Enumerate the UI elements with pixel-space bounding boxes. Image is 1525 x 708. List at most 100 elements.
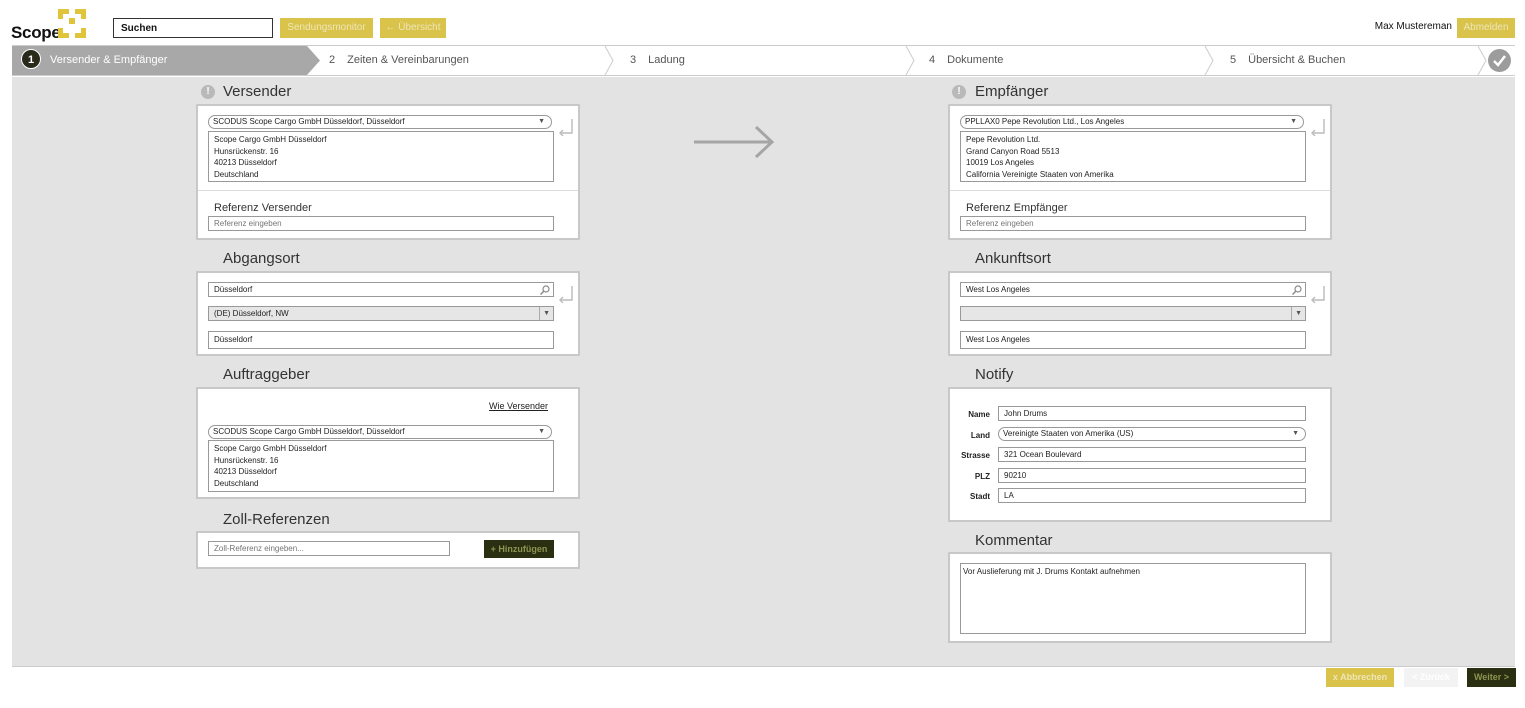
step-bar: 1 Versender & Empfänger 2 Zeiten & Vereinb… (12, 45, 1515, 76)
divider (198, 190, 578, 191)
notify-country-select[interactable]: Vereinigte Staaten von Amerika (US) ▼ (998, 427, 1306, 441)
logo-text: Scope (11, 23, 61, 42)
destination-value: West Los Angeles (966, 335, 1030, 344)
sender-address: Scope Cargo GmbH Düsseldorf Hunsrückenst… (208, 131, 554, 182)
client-box: Wie Versender SCODUS Scope Cargo GmbH Dü… (196, 387, 580, 499)
chevron-down-icon: ▼ (1291, 307, 1302, 320)
notify-street-label: Strasse (961, 451, 990, 460)
sender-reference-label: Referenz Versender (214, 202, 312, 214)
arrow-right-icon (694, 125, 775, 159)
destination-value-field[interactable]: West Los Angeles (960, 331, 1306, 349)
receiver-reference-label: Referenz Empfänger (966, 202, 1068, 214)
cancel-button[interactable]: x Abbrechen (1326, 668, 1394, 687)
origin-value: Düsseldorf (214, 335, 253, 344)
origin-value-field[interactable]: Düsseldorf (208, 331, 554, 349)
step-separator-icon (1477, 46, 1487, 75)
return-arrow-icon[interactable] (1310, 118, 1326, 136)
step-separator-icon (604, 46, 614, 75)
step-4[interactable]: 4 Dokumente (929, 46, 1003, 75)
origin-select-value: (DE) Düsseldorf, NW (214, 309, 289, 318)
address-line: Scope Cargo GmbH Düsseldorf (214, 135, 327, 144)
notify-city-label: Stadt (970, 492, 990, 501)
address-line: 40213 Düsseldorf (214, 467, 277, 476)
destination-search-input[interactable]: West Los Angeles (960, 282, 1306, 297)
user-name: Max Mustereman (1374, 21, 1452, 32)
sender-select[interactable]: SCODUS Scope Cargo GmbH Düsseldorf, Düss… (208, 115, 552, 129)
origin-search-input[interactable]: Düsseldorf (208, 282, 554, 297)
return-arrow-icon[interactable] (1310, 285, 1326, 303)
notify-city-input[interactable] (998, 488, 1306, 503)
address-line: Grand Canyon Road 5513 (966, 146, 1060, 156)
sender-select-value: SCODUS Scope Cargo GmbH Düsseldorf, Düss… (213, 117, 405, 126)
return-arrow-icon[interactable] (558, 285, 574, 303)
warning-icon: ! (952, 85, 966, 99)
back-button[interactable]: < Zurück (1404, 668, 1458, 687)
next-button[interactable]: Weiter > (1467, 668, 1516, 687)
step-separator-icon (1204, 46, 1214, 75)
sender-reference-input[interactable] (208, 216, 554, 231)
logout-button[interactable]: Abmelden (1457, 18, 1515, 38)
step-label: Ladung (648, 54, 685, 66)
receiver-select-value: PPLLAX0 Pepe Revolution Ltd., Los Angele… (965, 117, 1125, 126)
address-line: Deutschland (214, 478, 259, 488)
receiver-reference-input[interactable] (960, 216, 1306, 231)
step-separator-icon (905, 46, 915, 75)
origin-box: Düsseldorf (DE) Düsseldorf, NW ▼ Düsseld… (196, 271, 580, 356)
step-5[interactable]: 5 Übersicht & Buchen (1230, 46, 1345, 75)
step-number: 5 (1230, 54, 1237, 66)
sender-box: SCODUS Scope Cargo GmbH Düsseldorf, Düss… (196, 104, 580, 240)
origin-search-value: Düsseldorf (214, 285, 253, 294)
add-customs-button[interactable]: + Hinzufügen (484, 540, 554, 558)
search-icon[interactable] (540, 285, 550, 295)
comment-textarea[interactable]: Vor Auslieferung mit J. Drums Kontakt au… (960, 563, 1306, 634)
scope-logo[interactable]: Scope (11, 9, 91, 42)
step-number: 4 (929, 54, 936, 66)
search-icon[interactable] (1292, 285, 1302, 295)
address-line: California Vereinigte Staaten von Amerik… (966, 169, 1114, 179)
same-as-sender-link[interactable]: Wie Versender (489, 401, 548, 411)
header: Scope Sendungsmonitor ← Übersicht Max Mu… (0, 0, 1525, 44)
receiver-box: PPLLAX0 Pepe Revolution Ltd., Los Angele… (948, 104, 1332, 240)
origin-select[interactable]: (DE) Düsseldorf, NW ▼ (208, 306, 554, 321)
step-number: 2 (329, 54, 336, 66)
notify-zip-label: PLZ (974, 472, 990, 481)
notify-street-input[interactable] (998, 447, 1306, 462)
checkmark-icon (1488, 49, 1511, 72)
notify-name-label: Name (968, 410, 990, 419)
step-label: Übersicht & Buchen (1248, 54, 1346, 66)
notify-title: Notify (975, 366, 1014, 383)
receiver-address: Pepe Revolution Ltd. Grand Canyon Road 5… (960, 131, 1306, 182)
client-select-value: SCODUS Scope Cargo GmbH Düsseldorf, Düss… (213, 427, 405, 436)
address-line: 10019 Los Angeles (966, 158, 1035, 167)
step-label: Zeiten & Vereinbarungen (347, 54, 469, 66)
receiver-select[interactable]: PPLLAX0 Pepe Revolution Ltd., Los Angele… (960, 115, 1304, 129)
overview-button[interactable]: ← Übersicht (380, 18, 446, 38)
notify-box: Name Land Vereinigte Staaten von Amerika… (948, 387, 1332, 522)
step-3[interactable]: 3 Ladung (630, 46, 685, 75)
destination-select[interactable]: ▼ (960, 306, 1306, 321)
notify-name-input[interactable] (998, 406, 1306, 421)
shipment-monitor-button[interactable]: Sendungsmonitor (280, 18, 373, 38)
chevron-down-icon: ▼ (1292, 430, 1299, 437)
logo-mark-icon (58, 9, 86, 38)
return-arrow-icon[interactable] (558, 118, 574, 136)
notify-country-value: Vereinigte Staaten von Amerika (US) (1003, 429, 1134, 438)
main-content: ! Versender SCODUS Scope Cargo GmbH Düss… (12, 77, 1515, 667)
step-1[interactable]: 1 Versender & Empfänger (12, 46, 320, 75)
comment-box: Vor Auslieferung mit J. Drums Kontakt au… (948, 552, 1332, 643)
destination-search-value: West Los Angeles (966, 285, 1030, 294)
client-address: Scope Cargo GmbH Düsseldorf Hunsrückenst… (208, 440, 554, 492)
notify-country-label: Land (970, 431, 990, 440)
step-2[interactable]: 2 Zeiten & Vereinbarungen (329, 46, 469, 75)
chevron-down-icon: ▼ (1290, 118, 1297, 125)
comment-title: Kommentar (975, 532, 1053, 549)
step-label: Dokumente (947, 54, 1004, 66)
notify-zip-input[interactable] (998, 468, 1306, 483)
address-line: Pepe Revolution Ltd. (966, 135, 1041, 144)
client-select[interactable]: SCODUS Scope Cargo GmbH Düsseldorf, Düss… (208, 425, 552, 439)
destination-box: West Los Angeles ▼ West Los Angeles (948, 271, 1332, 356)
search-input[interactable] (113, 18, 273, 38)
sender-title: Versender (223, 83, 292, 100)
customs-reference-input[interactable] (208, 541, 450, 556)
chevron-down-icon: ▼ (538, 428, 545, 435)
